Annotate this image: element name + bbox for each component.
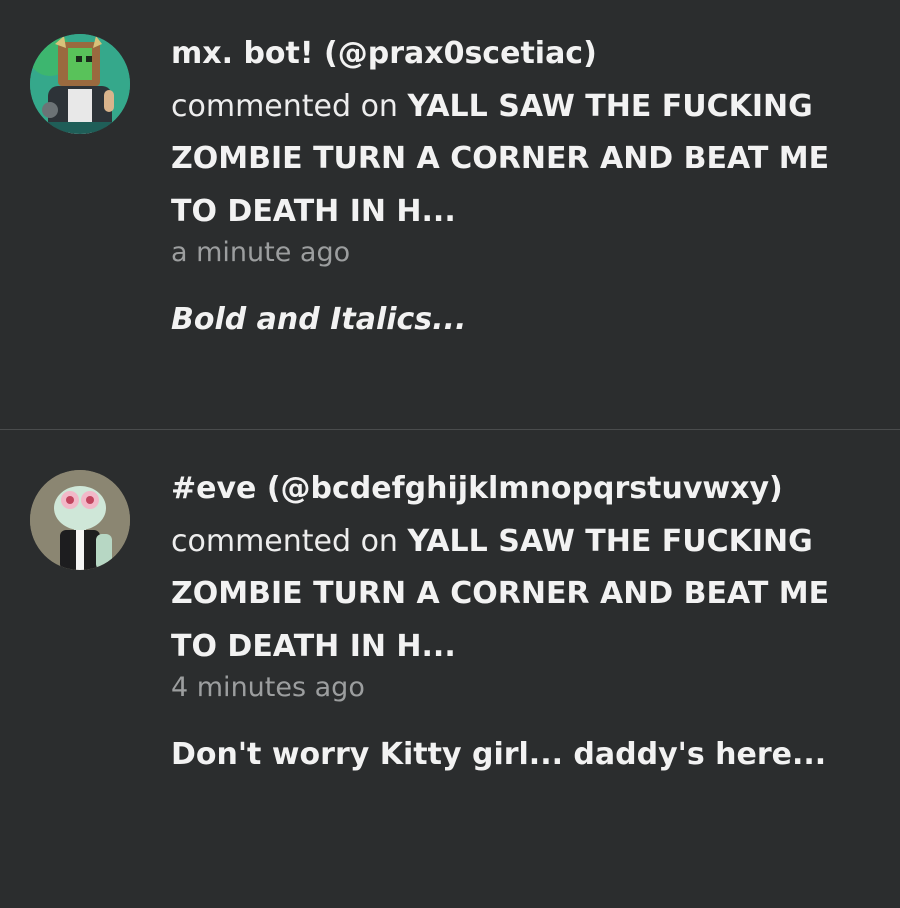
user-handle[interactable]: mx. bot! (@prax0scetiac) [171,36,597,71]
notification-item[interactable]: mx. bot! (@prax0scetiac) commented on YA… [0,0,900,429]
notification-item[interactable]: #eve (@bcdefghijklmnopqrstuvwxy) comment… [0,430,900,908]
user-handle[interactable]: #eve (@bcdefghijklmnopqrstuvwxy) [171,471,783,506]
comment-text: Don't worry Kitty girl... daddy's here..… [171,737,827,772]
action-verb: commented on [171,523,398,559]
notification-content: mx. bot! (@prax0scetiac) commented on YA… [171,28,860,340]
notification-content: #eve (@bcdefghijklmnopqrstuvwxy) comment… [171,463,860,775]
avatar[interactable] [30,470,130,570]
comment-text: Bold and Italics... [171,302,467,337]
action-verb: commented on [171,88,398,124]
timestamp: a minute ago [171,237,351,268]
avatar[interactable] [30,34,130,134]
notification-headline: #eve (@bcdefghijklmnopqrstuvwxy) comment… [171,463,860,673]
green-zombie-avatar-icon [30,34,130,134]
timestamp: 4 minutes ago [171,672,365,703]
notification-headline: mx. bot! (@prax0scetiac) commented on YA… [171,28,860,238]
cartoon-character-avatar-icon [30,470,130,570]
